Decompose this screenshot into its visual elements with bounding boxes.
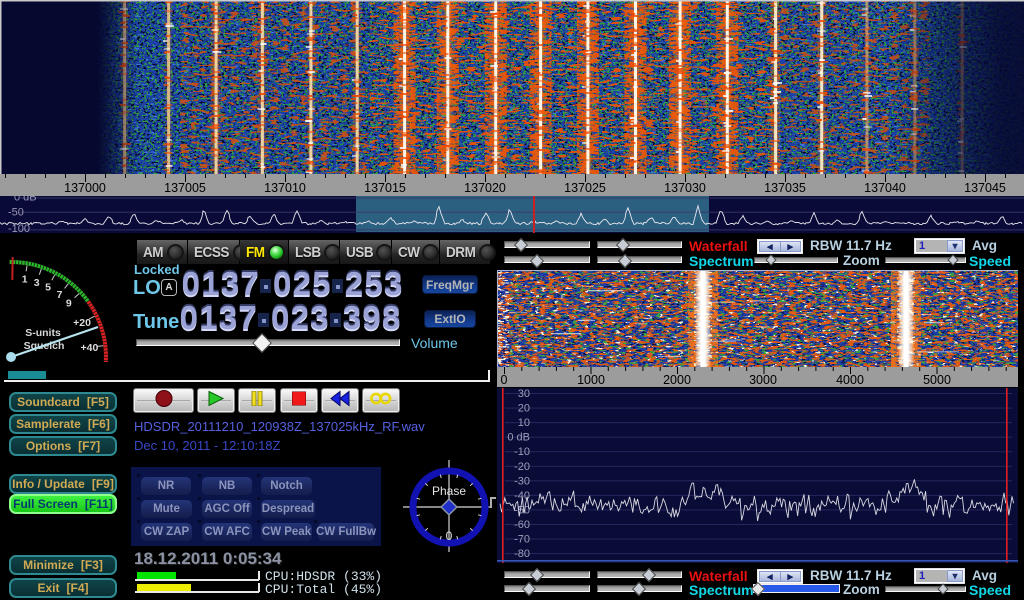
svg-text:-50: -50: [514, 504, 530, 516]
svg-text:137030: 137030: [664, 181, 706, 195]
svg-text:5000: 5000: [923, 373, 951, 387]
svg-text:1000: 1000: [577, 373, 605, 387]
svg-text:+40: +40: [80, 342, 98, 354]
svg-text:0: 0: [446, 529, 453, 543]
svg-text:137040: 137040: [864, 181, 906, 195]
svg-text:-50: -50: [8, 207, 24, 219]
svg-text:137035: 137035: [764, 181, 806, 195]
svg-text:-80: -80: [514, 548, 530, 560]
svg-text:30: 30: [518, 388, 530, 400]
svg-text:-10: -10: [514, 446, 530, 458]
svg-text:-30: -30: [514, 475, 530, 487]
svg-text:20: 20: [518, 403, 530, 415]
svg-text:0 dB: 0 dB: [507, 432, 530, 444]
svg-text:137025: 137025: [564, 181, 606, 195]
svg-text:2000: 2000: [663, 373, 691, 387]
svg-text:0 dB: 0 dB: [14, 196, 37, 204]
svg-text:137000: 137000: [64, 181, 106, 195]
svg-text:137010: 137010: [264, 181, 306, 195]
svg-text:S-units: S-units: [25, 327, 61, 339]
svg-text:1: 1: [22, 274, 28, 286]
svg-text:-100: -100: [8, 223, 30, 233]
svg-text:3000: 3000: [749, 373, 777, 387]
svg-text:9: 9: [66, 298, 72, 310]
svg-text:137045: 137045: [964, 181, 1006, 195]
svg-text:-60: -60: [514, 519, 530, 531]
svg-text:-70: -70: [514, 534, 530, 546]
svg-text:7: 7: [57, 289, 63, 301]
svg-text:137005: 137005: [164, 181, 206, 195]
svg-text:3: 3: [34, 277, 40, 289]
svg-text:137015: 137015: [364, 181, 406, 195]
svg-text:137020: 137020: [464, 181, 506, 195]
svg-text:Phase: Phase: [432, 484, 466, 498]
svg-text:0: 0: [501, 373, 508, 387]
svg-text:-20: -20: [514, 461, 530, 473]
svg-text:4000: 4000: [836, 373, 864, 387]
svg-text:10: 10: [518, 417, 530, 429]
svg-text:5: 5: [45, 282, 51, 294]
svg-text:+20: +20: [73, 317, 91, 329]
